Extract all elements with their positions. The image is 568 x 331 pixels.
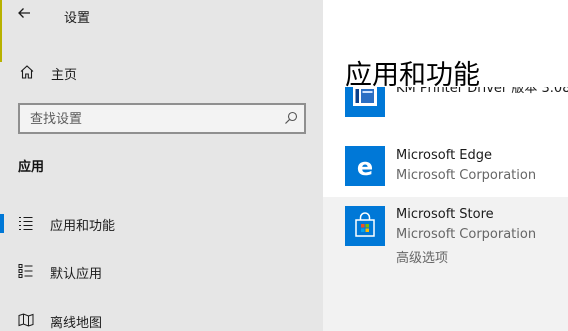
offline-maps-icon xyxy=(18,312,34,328)
app-list: KM Printer Driver 版本 3.08 e Microsoft Ed… xyxy=(323,87,568,331)
back-arrow-icon xyxy=(17,6,35,20)
window-edge-accent xyxy=(0,0,2,62)
svg-text:e: e xyxy=(357,153,373,181)
app-publisher: Microsoft Corporation xyxy=(396,227,537,242)
home-icon xyxy=(19,64,35,80)
app-list-item[interactable]: KM Printer Driver 版本 3.08 xyxy=(323,87,568,129)
search-input[interactable] xyxy=(30,110,270,128)
sidebar-item-offline-maps[interactable]: 离线地图 xyxy=(0,303,323,331)
printer-driver-icon xyxy=(345,87,385,117)
sidebar-item-label: 离线地图 xyxy=(50,316,103,331)
sidebar-item-apps-features[interactable]: 应用和功能 xyxy=(0,206,323,240)
back-button[interactable] xyxy=(17,6,35,24)
app-name: Microsoft Edge xyxy=(396,148,493,163)
search-icon[interactable] xyxy=(284,111,298,125)
default-apps-icon xyxy=(18,263,34,279)
main-content: 应用和功能 KM Printer Driver 版本 3.08 e Micros… xyxy=(323,0,568,331)
sidebar-item-home[interactable]: 主页 xyxy=(0,56,323,88)
app-name: KM Printer Driver 版本 3.08 xyxy=(396,87,568,96)
edge-icon: e xyxy=(345,146,385,186)
search-box[interactable] xyxy=(18,103,306,134)
apps-features-icon xyxy=(18,215,34,231)
sidebar-item-default-apps[interactable]: 默认应用 xyxy=(0,254,323,288)
app-list-item[interactable]: e Microsoft Edge Microsoft Corporation xyxy=(323,138,568,196)
sidebar: 设置 主页 应用 应用和功能 默认应用 离线地图 xyxy=(0,0,323,331)
app-list-item-selected[interactable]: Microsoft Store Microsoft Corporation 高级… xyxy=(323,197,568,331)
sidebar-item-label: 默认应用 xyxy=(50,267,103,282)
app-name: Microsoft Store xyxy=(396,207,494,222)
window-title: 设置 xyxy=(64,11,91,26)
app-publisher: Microsoft Corporation xyxy=(396,168,537,183)
section-title: 应用 xyxy=(18,160,45,175)
advanced-options-link[interactable]: 高级选项 xyxy=(396,247,448,266)
store-icon xyxy=(345,206,385,246)
sidebar-item-label: 应用和功能 xyxy=(50,219,116,234)
home-label: 主页 xyxy=(51,68,78,83)
